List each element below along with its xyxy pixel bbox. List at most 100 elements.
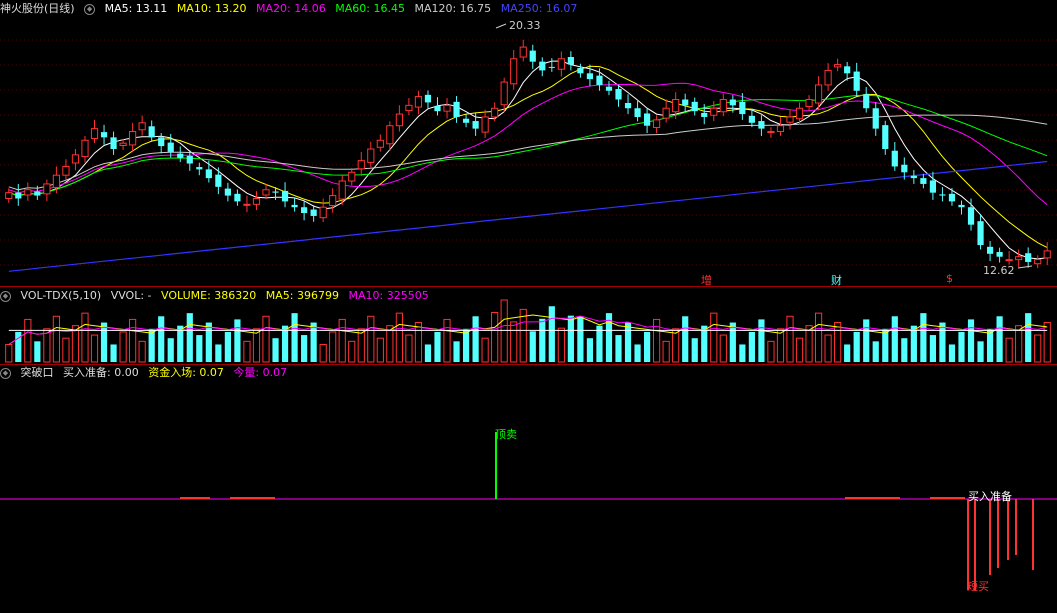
volume-bar [5, 343, 13, 363]
volume-bar [272, 338, 279, 362]
volume-bar [1025, 313, 1032, 362]
volume-bar [729, 322, 736, 362]
candle-body [805, 99, 813, 107]
candle-body [824, 69, 832, 86]
candle-body [119, 142, 127, 147]
candle-body [605, 86, 613, 91]
candle-body [319, 206, 327, 219]
candle-body [424, 94, 432, 103]
volume-bar [548, 306, 555, 362]
candle-body [443, 104, 451, 112]
volume-bar [243, 340, 251, 363]
indicator-menu-icon[interactable]: ◆ [0, 367, 11, 379]
volume-bar [338, 318, 346, 363]
candle-body [310, 209, 317, 216]
volume-bar [1015, 325, 1023, 363]
candle-body [939, 194, 946, 196]
buy-prep-value: 买入准备: 0.00 [63, 366, 139, 379]
candle-body [710, 107, 718, 116]
candle-body [844, 66, 851, 74]
event-marker-zeng[interactable]: 增 [701, 272, 712, 288]
candle-body [405, 104, 413, 112]
candle-body [1043, 250, 1051, 259]
volume-bar [634, 344, 641, 362]
candle-body [882, 125, 889, 149]
volume-bar [643, 331, 651, 362]
candle-body [158, 137, 165, 147]
volume-bar [319, 343, 327, 363]
volume-bar [443, 318, 451, 363]
volume-bar [920, 313, 927, 362]
candle-body [1005, 259, 1013, 262]
volume-bar [814, 312, 823, 363]
volume-bar [967, 319, 975, 362]
volume-bar [62, 337, 70, 363]
volume-bar [719, 334, 727, 363]
candle-body [557, 58, 565, 70]
volume-bar [996, 316, 1003, 362]
candle-body [901, 164, 908, 173]
candle-body [739, 101, 746, 115]
candle-body [729, 99, 736, 106]
candle-body [767, 131, 775, 134]
volume-bar [348, 340, 356, 363]
candle-body [481, 116, 489, 133]
volume-bar [310, 322, 317, 362]
event-marker-cai[interactable]: 财 [831, 272, 842, 288]
candle-body [453, 101, 460, 117]
candle-body [634, 108, 641, 117]
candle-body [786, 116, 794, 123]
volume-bar [758, 319, 765, 362]
volume-bar [395, 312, 403, 363]
short-buy-label: 短买 [967, 580, 989, 593]
candle-body [891, 150, 898, 167]
candle-body [386, 125, 394, 145]
indicator-menu-icon[interactable]: ◆ [0, 290, 11, 302]
ma60-line [8, 94, 1048, 197]
candle-body [748, 115, 755, 123]
candle-body [52, 174, 60, 188]
volume-bar [958, 331, 965, 362]
candle-body [701, 112, 708, 117]
candle-body [62, 165, 70, 176]
ma250-line [8, 160, 1048, 272]
candle-body [691, 101, 698, 112]
candle-body [910, 175, 917, 179]
volume-bar [776, 328, 785, 363]
candle-body [596, 75, 603, 85]
volume-bar [167, 338, 174, 362]
chart-canvas[interactable] [0, 0, 1057, 613]
volume-bar [234, 319, 241, 362]
candle-body [834, 64, 842, 68]
candle-body [205, 169, 212, 179]
volume-bar [948, 344, 956, 362]
volume-bar [224, 331, 231, 362]
candle-body [872, 108, 879, 129]
volume-bar [481, 337, 489, 363]
candle-body [338, 180, 346, 200]
event-marker-dividend[interactable]: $ [946, 272, 953, 285]
volume-bar [701, 325, 708, 362]
volume-bar [748, 331, 755, 362]
volume-bar [557, 327, 565, 363]
volume-bar [1034, 334, 1042, 363]
volume-bar [824, 334, 832, 363]
candle-body [491, 107, 499, 118]
volume-bar [357, 328, 365, 363]
candle-body [853, 71, 860, 91]
candle-body [348, 171, 356, 182]
candle-body [100, 132, 108, 138]
volume-bar [291, 313, 298, 362]
candle-body [814, 84, 823, 104]
candle-body [529, 50, 536, 62]
candle-body [795, 107, 804, 120]
volume-bar [329, 331, 337, 363]
volume-bar [81, 312, 89, 363]
volume-bar [491, 312, 499, 363]
volume-bar [177, 325, 184, 362]
fund-entry-value: 资金入场: 0.07 [148, 366, 224, 379]
candle-body [234, 193, 241, 202]
candle-body [414, 96, 423, 108]
candle-body [1015, 256, 1023, 261]
volume-bar [844, 344, 851, 362]
